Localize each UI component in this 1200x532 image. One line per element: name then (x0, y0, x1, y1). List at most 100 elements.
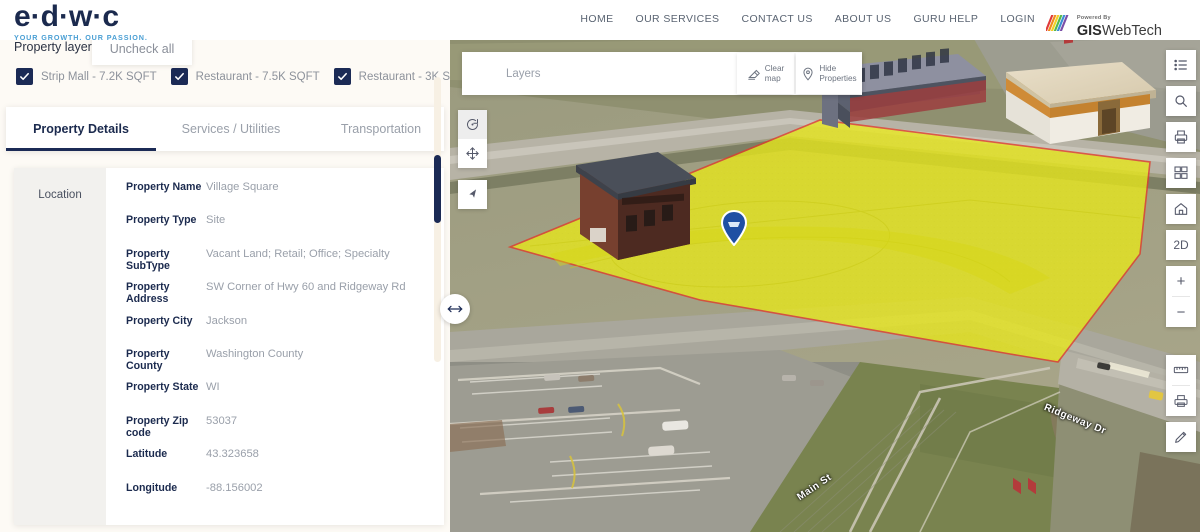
check-icon (174, 72, 184, 81)
layer-item-restaurant-75k[interactable]: Restaurant - 7.5K SQFT (170, 68, 320, 85)
map-navigation-tools (458, 110, 487, 168)
layer-item-strip-mall[interactable]: Strip Mall - 7.2K SQFT (16, 68, 157, 85)
draw-group (1166, 422, 1196, 452)
property-location-pin[interactable] (720, 210, 748, 246)
map-viewport[interactable]: Ridgeway Dr Main St Layers Clear map Hid… (450, 32, 1200, 532)
detail-row-latitude: Latitude 43.323658 (106, 448, 444, 481)
detail-value: Village Square (206, 181, 279, 193)
print-layout-icon (1174, 395, 1188, 407)
hide-properties-label-2: Properties (819, 73, 857, 83)
layer-checkbox-restaurant-3k[interactable] (333, 68, 351, 85)
detail-key: Longitude (126, 481, 178, 494)
main-navigation: HOME OUR SERVICES CONTACT US ABOUT US GU… (580, 13, 1035, 25)
gis-webtech-logo[interactable]: Powered By GISWebTech (1045, 7, 1162, 39)
nav-login[interactable]: LOGIN (1000, 13, 1035, 25)
detail-key: Property Type (126, 214, 197, 227)
basemap-grid-icon (1174, 166, 1188, 179)
tab-services-utilities[interactable]: Services / Utilities (156, 107, 306, 151)
legend-group (1166, 50, 1196, 80)
clear-map-label-1: Clear (764, 64, 785, 73)
detail-row-property-city: Property City Jackson (106, 315, 444, 348)
detail-row-property-state: Property State WI (106, 381, 444, 414)
details-field-list: Property Name Village Square Property Ty… (106, 168, 444, 525)
home-icon (1174, 203, 1188, 215)
detail-key: Latitude (126, 448, 168, 461)
pan-tool-button[interactable] (458, 139, 487, 168)
gis-webtech-mark-icon (1045, 15, 1069, 31)
draw-edit-button[interactable] (1166, 422, 1196, 452)
hide-properties-label-1: Hide (819, 64, 837, 73)
detail-key: Property State (126, 381, 199, 394)
nav-our-services[interactable]: OUR SERVICES (636, 13, 720, 25)
gis-brand-gis: GIS (1076, 23, 1102, 39)
detail-key: Property Name (126, 181, 202, 193)
details-section-label: Location (38, 189, 82, 201)
measure-button[interactable] (1166, 355, 1196, 385)
brand-tagline: YOUR GROWTH. OUR PASSION. (14, 33, 148, 42)
ruler-icon (1173, 366, 1189, 374)
legend-button[interactable] (1166, 50, 1196, 80)
pencil-icon (1175, 431, 1187, 443)
rotate-icon (467, 119, 479, 130)
panel-scrollbar-thumb[interactable] (434, 155, 441, 223)
detail-key: Property Address (126, 281, 170, 306)
view-mode-group: 2D (1166, 230, 1196, 260)
layer-checkbox-restaurant-75k[interactable] (170, 68, 188, 85)
detail-row-property-type: Property Type Site (106, 214, 444, 247)
view-mode-2d-button[interactable]: 2D (1166, 230, 1196, 260)
rotate-tool-button[interactable] (458, 110, 487, 139)
search-group (1166, 86, 1196, 116)
zoom-in-button[interactable]: + (1166, 266, 1196, 296)
home-extent-button[interactable] (1166, 194, 1196, 224)
nav-contact-us[interactable]: CONTACT US (741, 13, 812, 25)
layer-label-strip-mall: Strip Mall - 7.2K SQFT (41, 70, 157, 83)
map-pin-icon (803, 67, 813, 81)
check-icon (337, 72, 347, 81)
panel-resize-handle[interactable] (440, 294, 470, 324)
brand-name: e·d·w·c (14, 0, 119, 33)
tab-transportation[interactable]: Transportation (306, 107, 450, 151)
pan-move-icon (466, 147, 479, 160)
nav-home[interactable]: HOME (580, 13, 613, 25)
nav-about-us[interactable]: ABOUT US (835, 13, 892, 25)
map-layers-label: Layers (506, 67, 541, 80)
clear-map-button[interactable]: Clear map (737, 53, 794, 94)
map-aerial-imagery (450, 32, 1200, 532)
print-button[interactable] (1166, 122, 1196, 152)
home-group (1166, 194, 1196, 224)
brand-logo[interactable]: e·d·w·c YOUR GROWTH. OUR PASSION. (14, 0, 148, 43)
layer-checkbox-strip-mall[interactable] (16, 68, 33, 85)
site-header: e·d·w·c YOUR GROWTH. OUR PASSION. HOME O… (0, 0, 1200, 43)
measure-group (1166, 355, 1196, 416)
detail-row-property-zip: Property Zip code 53037 (106, 415, 444, 448)
printer-icon (1174, 130, 1188, 144)
map-layers-panel: Layers Clear map Hide Properties (462, 52, 862, 95)
property-details-card: Location Property Name Village Square Pr… (14, 168, 444, 525)
tab-property-details[interactable]: Property Details (6, 107, 156, 151)
detail-row-property-subtype: Property SubType Vacant Land; Retail; Of… (106, 248, 444, 281)
detail-value: Vacant Land; Retail; Office; Specialty (206, 247, 390, 260)
details-section-location: Location (14, 168, 106, 525)
hide-properties-button[interactable]: Hide Properties (796, 53, 862, 94)
select-tool-button[interactable] (458, 180, 487, 209)
detail-row-property-address: Property Address SW Corner of Hwy 60 and… (106, 281, 444, 314)
property-panel: Property layers Uncheck all Strip Mall -… (0, 32, 450, 532)
zoom-group: + − (1166, 266, 1196, 327)
detail-value: Site (206, 214, 226, 227)
zoom-out-button[interactable]: − (1166, 297, 1196, 327)
layer-item-restaurant-3k[interactable]: Restaurant - 3K SQFT (333, 68, 450, 85)
resize-horizontal-icon (447, 305, 463, 313)
map-toolbar: 2D + − (1166, 50, 1196, 452)
basemap-gallery-button[interactable] (1166, 158, 1196, 188)
search-button[interactable] (1166, 86, 1196, 116)
panel-scrollbar[interactable] (434, 77, 441, 362)
print-layout-button[interactable] (1166, 386, 1196, 416)
detail-value: 53037 (206, 414, 238, 427)
detail-key: Property SubType (126, 247, 170, 272)
nav-guru-help[interactable]: GURU HELP (913, 13, 978, 25)
detail-value: SW Corner of Hwy 60 and Ridgeway Rd (206, 281, 406, 294)
detail-key: Property Zip code (126, 414, 189, 439)
check-icon (20, 72, 29, 81)
detail-row-longitude: Longitude -88.156002 (106, 482, 444, 515)
cursor-arrow-icon (469, 189, 477, 198)
